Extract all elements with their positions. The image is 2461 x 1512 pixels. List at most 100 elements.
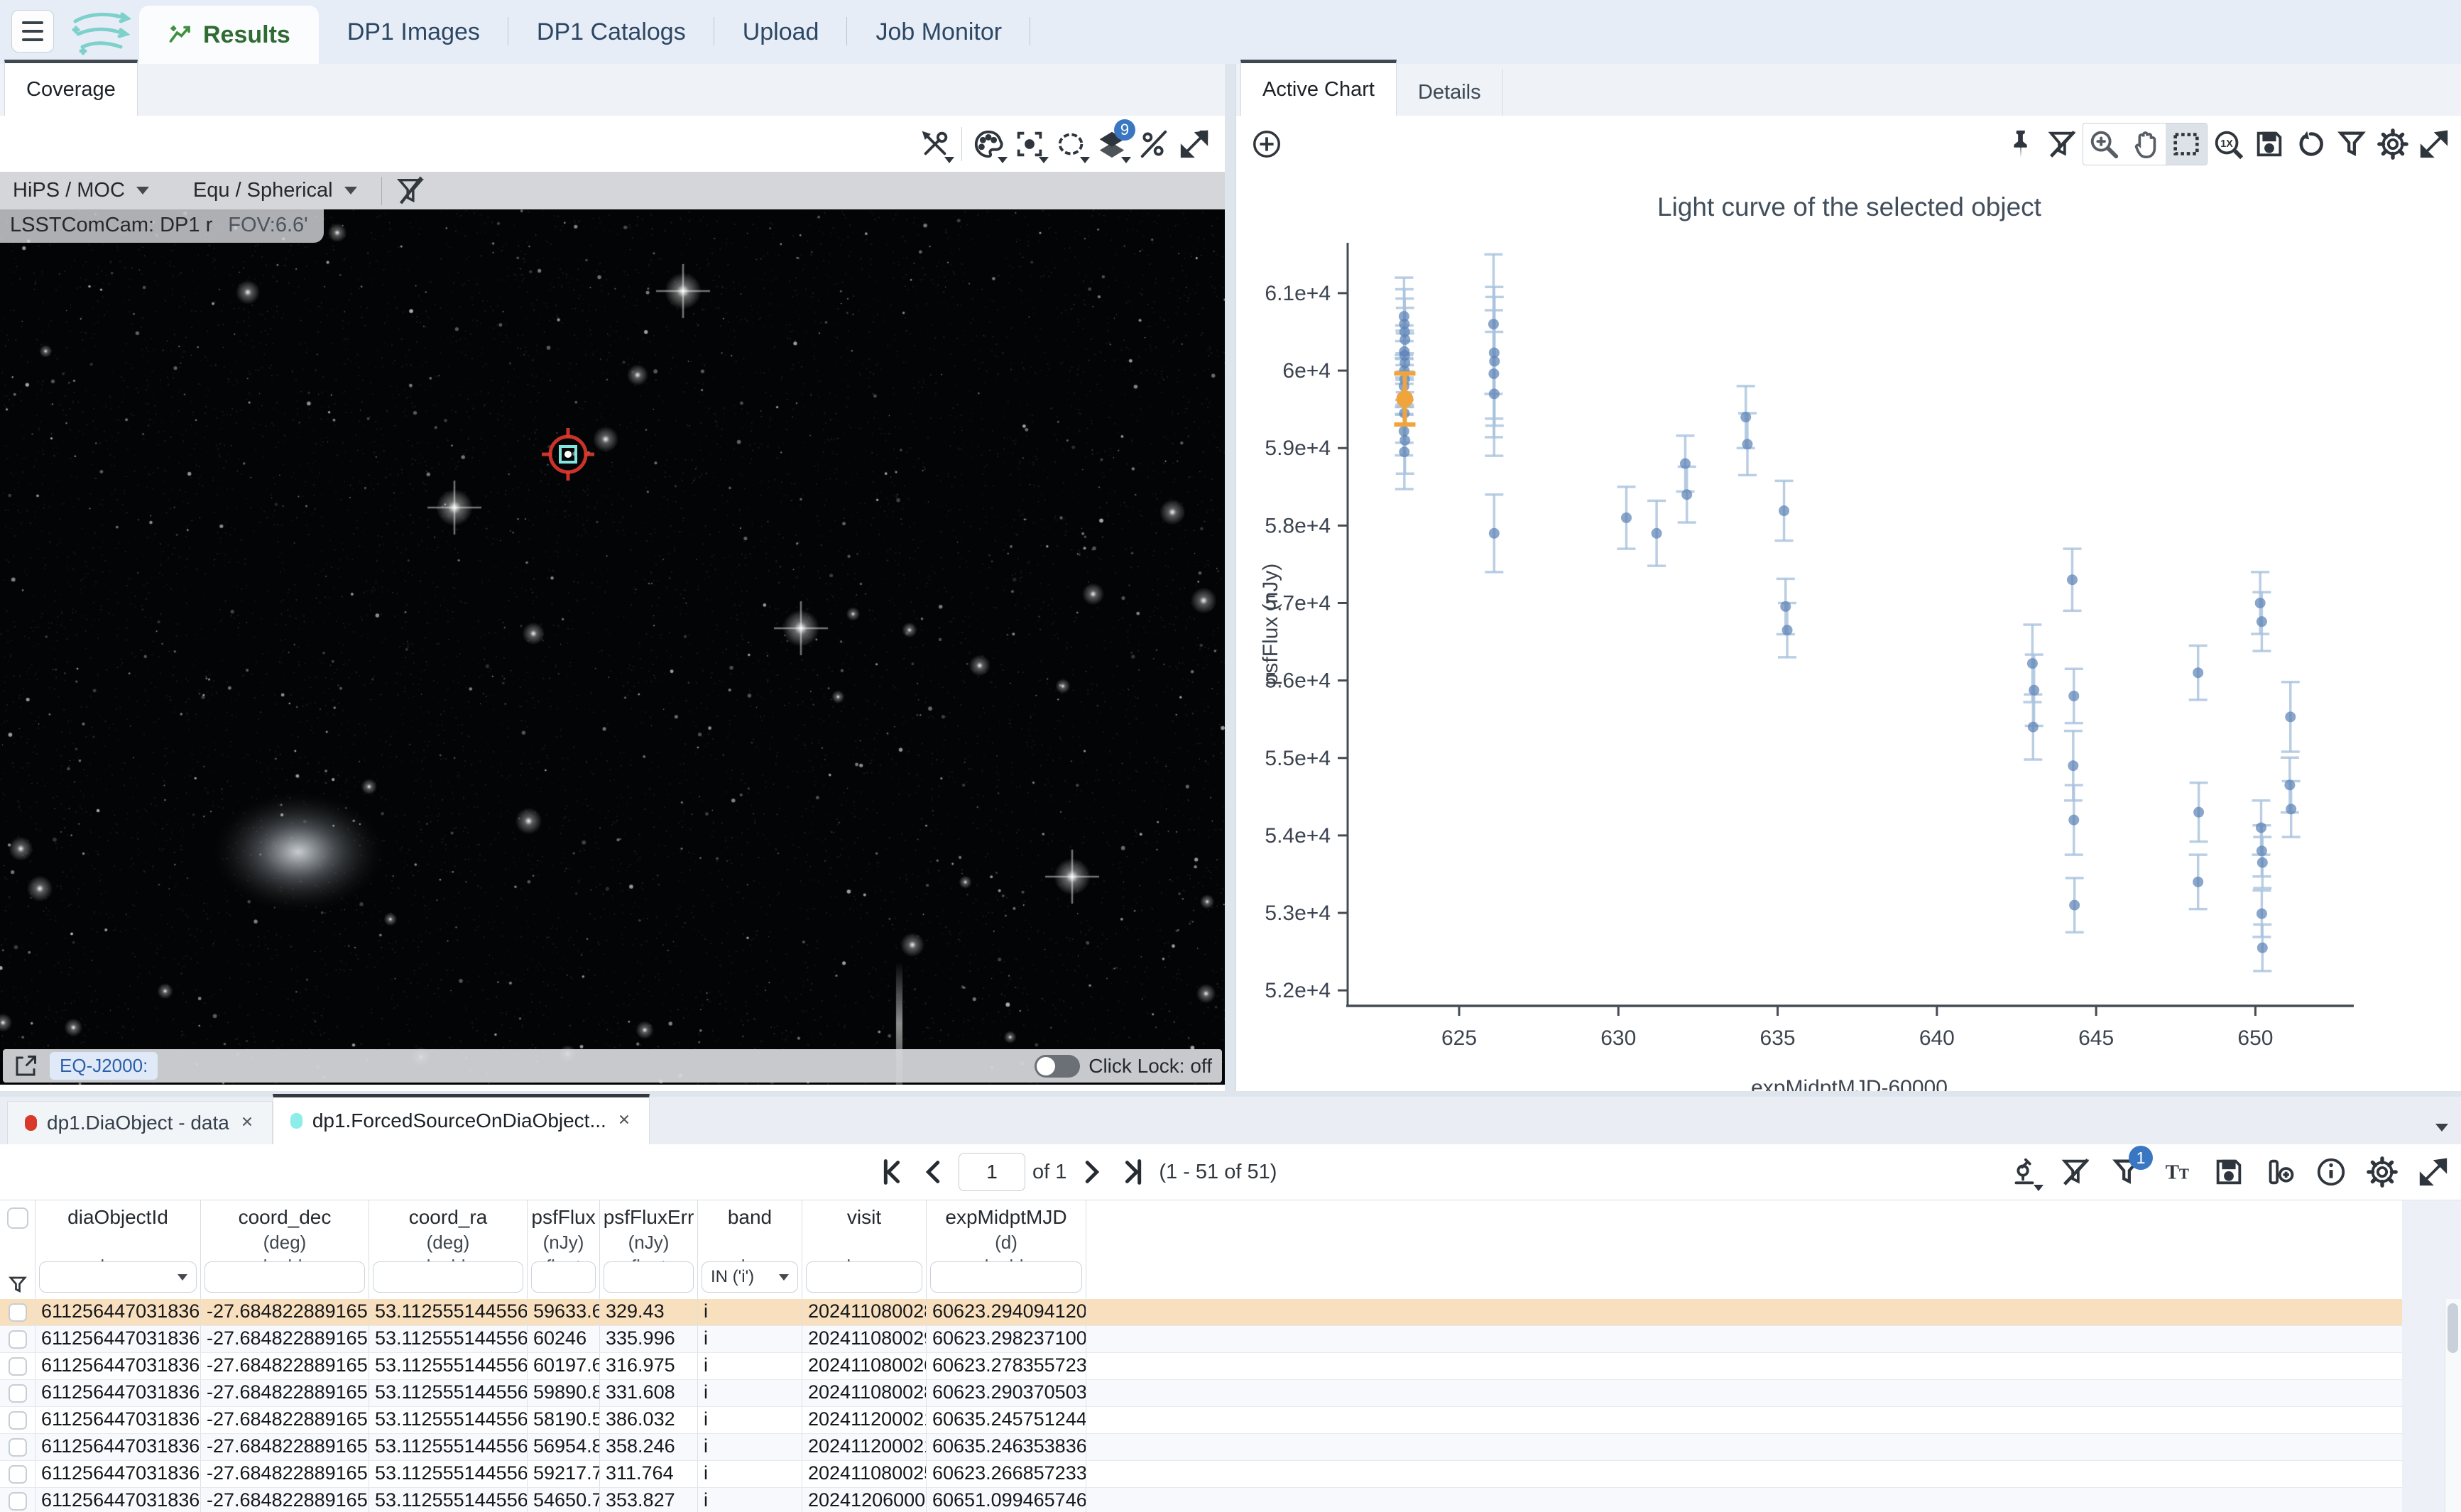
filter-input-psfFluxErr[interactable] (604, 1261, 694, 1293)
click-lock-toggle[interactable] (1035, 1055, 1080, 1078)
filter-input-coord_dec[interactable] (204, 1261, 365, 1293)
select-all-checkbox[interactable] (7, 1207, 28, 1229)
chart-point[interactable] (1681, 489, 1692, 500)
chart-point[interactable] (1399, 334, 1410, 345)
chart-point[interactable] (2285, 711, 2296, 722)
light-curve-chart[interactable]: Light curve of the selected object625630… (1236, 172, 2461, 1091)
chart-point[interactable] (1782, 625, 1793, 635)
column-header-coord_dec[interactable]: coord_dec(deg)double (201, 1200, 369, 1300)
chart-point[interactable] (2257, 943, 2268, 953)
pan-icon[interactable] (2124, 124, 2166, 165)
table-row[interactable]: 611256447031836758-27.6848228891652853.1… (0, 1407, 2402, 1434)
chart-point[interactable] (2257, 909, 2267, 919)
panel-divider[interactable] (1225, 64, 1235, 1092)
image-tools-icon[interactable] (915, 124, 956, 165)
tab-details[interactable]: Details (1397, 69, 1503, 116)
column-header-visit[interactable]: visitlong (802, 1200, 927, 1300)
filter-select-diaObjectId[interactable] (39, 1261, 197, 1293)
save-table-icon[interactable] (2208, 1151, 2249, 1193)
column-header-diaObjectId[interactable]: diaObjectIdlong (36, 1200, 201, 1300)
chart-point[interactable] (1399, 447, 1409, 457)
add-column-icon[interactable] (2259, 1151, 2301, 1193)
chart-point[interactable] (1488, 368, 1499, 379)
chart-point[interactable] (2028, 722, 2039, 733)
chart-point[interactable] (2027, 658, 2038, 669)
chart-point[interactable] (1488, 319, 1499, 329)
row-checkbox[interactable] (9, 1303, 27, 1322)
projection-dropdown[interactable]: Equ / Spherical (180, 179, 370, 202)
zoom-original-icon[interactable]: 1X (2208, 124, 2249, 165)
chart-point[interactable] (1489, 356, 1500, 366)
chart-point[interactable] (2257, 858, 2268, 868)
popout-icon[interactable] (13, 1053, 38, 1079)
tab-active-chart[interactable]: Active Chart (1240, 60, 1397, 116)
tab-upload[interactable]: Upload (714, 0, 848, 64)
sky-image[interactable] (0, 209, 1225, 1085)
table-row[interactable]: 611256447031836758-27.6848228891652853.1… (0, 1434, 2402, 1461)
table-filter-icon[interactable]: 1 (2106, 1151, 2147, 1193)
layers-icon[interactable]: 9 (1091, 124, 1133, 165)
box-select-icon[interactable] (2166, 124, 2207, 165)
tab-job-monitor[interactable]: Job Monitor (847, 0, 1030, 64)
tab-dp1-images[interactable]: DP1 Images (319, 0, 508, 64)
chart-point[interactable] (2256, 822, 2266, 833)
color-palette-icon[interactable] (968, 124, 1009, 165)
chart-settings-icon[interactable] (2372, 124, 2413, 165)
page-number-input[interactable] (959, 1153, 1025, 1191)
column-header-band[interactable]: bandcharIN ('i') (698, 1200, 802, 1300)
column-header-psfFluxErr[interactable]: psfFluxErr(nJy)float (600, 1200, 698, 1300)
clear-filter-icon[interactable] (393, 174, 427, 208)
chart-point[interactable] (2068, 691, 2079, 701)
filter-row-icon[interactable] (7, 1274, 28, 1295)
selected-object-marker[interactable] (538, 424, 599, 485)
menu-button[interactable] (11, 10, 54, 53)
chart-point[interactable] (2257, 616, 2267, 627)
chart-point[interactable] (1780, 601, 1791, 612)
table-row[interactable]: 611256447031836758-27.6848228891652853.1… (0, 1299, 2402, 1326)
table-settings-icon[interactable] (2362, 1151, 2403, 1193)
chart-point[interactable] (2193, 807, 2204, 818)
row-checkbox[interactable] (9, 1438, 27, 1457)
row-checkbox[interactable] (9, 1492, 27, 1511)
select-region-icon[interactable] (1050, 124, 1091, 165)
info-icon[interactable] (2310, 1151, 2352, 1193)
close-icon[interactable] (616, 1110, 632, 1132)
sky-image-viewport[interactable]: LSSTComCam: DP1 r FOV:6.6' EQ-J2000: (0, 209, 1225, 1085)
hips-moc-dropdown[interactable]: HiPS / MOC (0, 179, 162, 202)
tab-dp1-catalogs[interactable]: DP1 Catalogs (508, 0, 714, 64)
filter-input-visit[interactable] (806, 1261, 922, 1293)
chart-filter-off-icon[interactable] (2041, 124, 2083, 165)
filter-input-psfFlux[interactable] (531, 1261, 596, 1293)
chart-point[interactable] (2067, 574, 2078, 585)
last-page-button[interactable] (1116, 1154, 1152, 1190)
tab-results[interactable]: Results (139, 6, 319, 64)
chart-point[interactable] (1489, 388, 1500, 399)
chart-point[interactable] (2069, 900, 2080, 911)
filter-input-expMidptMJD[interactable] (930, 1261, 1082, 1293)
table-filter-off-icon[interactable] (2055, 1151, 2096, 1193)
table-row[interactable]: 611256447031836758-27.6848228891652853.1… (0, 1353, 2402, 1380)
add-chart-icon[interactable] (1246, 124, 1287, 165)
chart-point[interactable] (2255, 598, 2266, 608)
zoom-in-icon[interactable] (2083, 124, 2124, 165)
restore-chart-icon[interactable] (2290, 124, 2331, 165)
chart-point[interactable] (1652, 528, 1662, 539)
chart-point[interactable] (1740, 412, 1751, 422)
chart-point[interactable] (1742, 439, 1752, 449)
tab-diaobject[interactable]: dp1.DiaObject - data (7, 1101, 273, 1144)
chart-point[interactable] (2029, 685, 2039, 696)
column-header-expMidptMJD[interactable]: expMidptMJD(d)double (927, 1200, 1086, 1300)
table-row[interactable]: 611256447031836758-27.6848228891652853.1… (0, 1326, 2402, 1353)
expand-table-icon[interactable] (2413, 1151, 2454, 1193)
prev-page-button[interactable] (916, 1154, 951, 1190)
save-chart-icon[interactable] (2249, 124, 2290, 165)
chart-point[interactable] (2286, 804, 2296, 814)
row-checkbox[interactable] (9, 1465, 27, 1484)
column-header-coord_ra[interactable]: coord_ra(deg)double (369, 1200, 528, 1300)
row-checkbox[interactable] (9, 1330, 27, 1349)
chart-point[interactable] (1621, 513, 1632, 523)
table-row[interactable]: 611256447031836758-27.6848228891652853.1… (0, 1380, 2402, 1407)
table-row[interactable]: 611256447031836758-27.6848228891652853.1… (0, 1488, 2402, 1512)
chart-point[interactable] (1779, 505, 1789, 516)
text-view-icon[interactable]: TT (2157, 1151, 2198, 1193)
